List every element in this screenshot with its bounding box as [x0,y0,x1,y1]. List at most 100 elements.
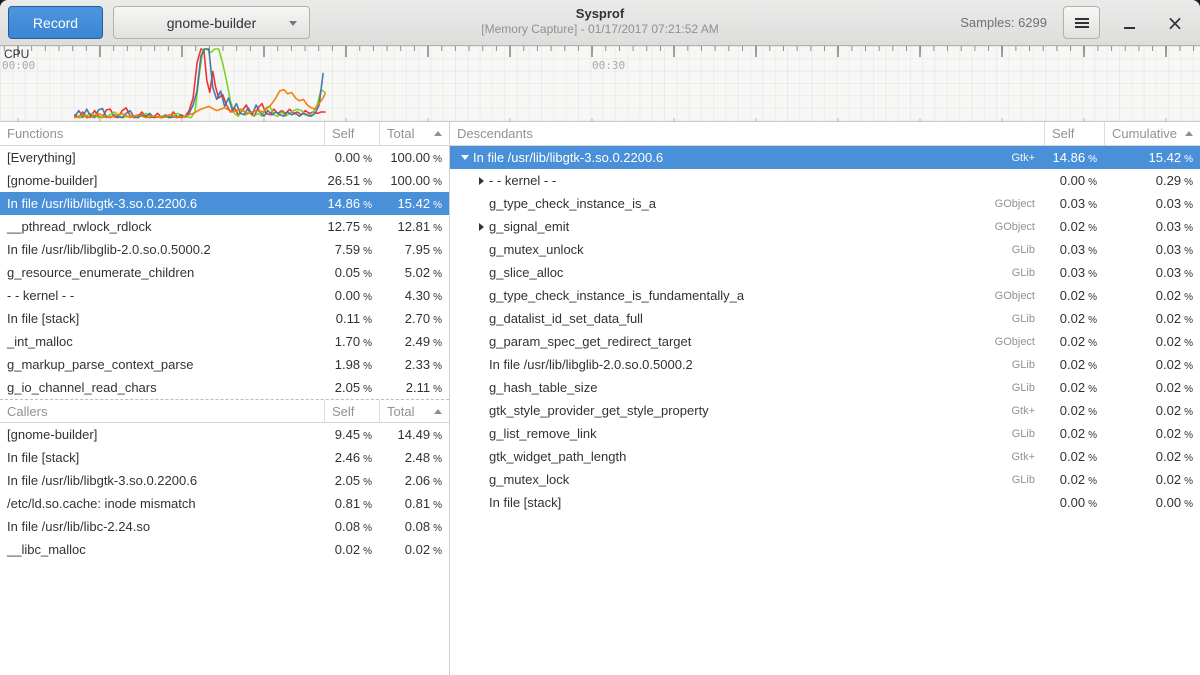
percent-sign: % [1088,154,1097,165]
close-button[interactable]: × [1158,6,1192,39]
table-row[interactable]: __pthread_rwlock_rdlock12.75%12.81% [0,215,449,238]
percent-sign: % [363,292,372,303]
table-row[interactable]: [gnome-builder]9.45%14.49% [0,423,449,446]
library-tag: GLib [1012,428,1044,440]
table-row[interactable]: g_mutex_unlockGLib0.03%0.03% [450,238,1200,261]
percent-value: 12.81 [398,219,431,234]
table-row[interactable]: In file [stack]0.11%2.70% [0,307,449,330]
table-row[interactable]: __libc_malloc0.02%0.02% [0,538,449,561]
expander-icon[interactable] [473,177,489,185]
table-row[interactable]: In file /usr/lib/libgtk-3.so.0.2200.6Gtk… [450,146,1200,169]
self-percent: 0.00% [1044,173,1104,188]
percent-sign: % [363,177,372,188]
triangle-down-icon [461,155,469,160]
table-row[interactable]: In file [stack]0.00%0.00% [450,491,1200,514]
functions-self-column-header[interactable]: Self [324,122,379,145]
expander-icon[interactable] [457,155,473,160]
total-percent: 15.42% [379,196,449,211]
table-row[interactable]: In file /usr/lib/libglib-2.0.so.0.5000.2… [0,238,449,261]
descendants-column-header[interactable]: Descendants [450,122,1044,145]
percent-sign: % [433,361,442,372]
self-percent: 0.81% [324,496,379,511]
total-percent: 2.33% [379,357,449,372]
record-button[interactable]: Record [8,6,103,39]
table-row[interactable]: g_datalist_id_set_data_fullGLib0.02%0.02… [450,307,1200,330]
chevron-down-icon [289,21,297,26]
table-row[interactable]: In file [stack]2.46%2.48% [0,446,449,469]
menu-button[interactable] [1063,6,1100,39]
percent-sign: % [1088,292,1097,303]
percent-value: 0.02 [335,542,360,557]
table-row[interactable]: - - kernel - -0.00%4.30% [0,284,449,307]
function-name: __libc_malloc [0,542,324,557]
table-row[interactable]: In file /usr/lib/libgtk-3.so.0.2200.62.0… [0,469,449,492]
table-row[interactable]: In file /usr/lib/libglib-2.0.so.0.5000.2… [450,353,1200,376]
percent-value: 5.02 [405,265,430,280]
library-tag: GObject [995,336,1044,348]
percent-value: 0.02 [1060,472,1085,487]
callers-self-column-header[interactable]: Self [324,400,379,422]
table-row[interactable]: _int_malloc1.70%2.49% [0,330,449,353]
table-row[interactable]: g_slice_allocGLib0.03%0.03% [450,261,1200,284]
table-row[interactable]: [Everything]0.00%100.00% [0,146,449,169]
capture-subtitle: [Memory Capture] - 01/17/2017 07:21:52 A… [481,22,718,37]
percent-sign: % [433,200,442,211]
cumulative-percent: 0.29% [1104,173,1200,188]
table-row[interactable]: g_hash_table_sizeGLib0.02%0.02% [450,376,1200,399]
self-percent: 0.02% [1044,288,1104,303]
table-row[interactable]: In file /usr/lib/libgtk-3.so.0.2200.614.… [0,192,449,215]
table-row[interactable]: [gnome-builder]26.51%100.00% [0,169,449,192]
minimize-button[interactable] [1112,6,1146,39]
total-percent: 2.06% [379,473,449,488]
percent-sign: % [1184,361,1193,372]
cumulative-percent: 0.02% [1104,380,1200,395]
percent-sign: % [1088,338,1097,349]
descendants-self-column-header[interactable]: Self [1044,122,1104,145]
table-row[interactable]: g_type_check_instance_is_fundamentally_a… [450,284,1200,307]
cumulative-percent: 0.03% [1104,219,1200,234]
expander-icon[interactable] [473,223,489,231]
functions-total-column-header[interactable]: Total [379,122,449,145]
function-name: In file /usr/lib/libc-2.24.so [0,519,324,534]
table-row[interactable]: g_type_check_instance_is_aGObject0.03%0.… [450,192,1200,215]
self-percent: 0.02% [324,542,379,557]
table-row[interactable]: /etc/ld.so.cache: inode mismatch0.81%0.8… [0,492,449,515]
percent-sign: % [363,477,372,488]
percent-value: 0.08 [335,519,360,534]
percent-value: 0.03 [1060,196,1085,211]
table-row[interactable]: g_markup_parse_context_parse1.98%2.33% [0,353,449,376]
functions-column-header[interactable]: Functions [0,122,324,145]
function-name: In file [stack] [489,495,561,510]
percent-value: 2.06 [405,473,430,488]
table-row[interactable]: In file /usr/lib/libc-2.24.so0.08%0.08% [0,515,449,538]
percent-sign: % [1184,499,1193,510]
percent-value: 0.00 [1060,173,1085,188]
table-row[interactable]: g_resource_enumerate_children0.05%5.02% [0,261,449,284]
percent-sign: % [363,500,372,511]
self-percent: 26.51% [324,173,379,188]
table-row[interactable]: g_signal_emitGObject0.02%0.03% [450,215,1200,238]
percent-value: 1.98 [335,357,360,372]
tree-cell: In file /usr/lib/libgtk-3.so.0.2200.6Gtk… [450,150,1044,165]
cumulative-percent: 0.02% [1104,311,1200,326]
function-name: gtk_style_provider_get_style_property [489,403,709,418]
total-percent: 0.08% [379,519,449,534]
table-row[interactable]: g_list_remove_linkGLib0.02%0.02% [450,422,1200,445]
table-row[interactable]: - - kernel - -0.00%0.29% [450,169,1200,192]
table-row[interactable]: g_io_channel_read_chars2.05%2.11% [0,376,449,399]
process-selector-dropdown[interactable]: gnome-builder [113,6,310,39]
self-percent: 1.98% [324,357,379,372]
percent-value: 14.49 [398,427,431,442]
table-row[interactable]: g_param_spec_get_redirect_targetGObject0… [450,330,1200,353]
cpu-graph[interactable]: CPU 00:00 00:30 [0,46,1200,122]
table-row[interactable]: g_mutex_lockGLib0.02%0.02% [450,468,1200,491]
table-row[interactable]: gtk_style_provider_get_style_propertyGtk… [450,399,1200,422]
library-tag: Gtk+ [1011,451,1044,463]
callers-column-header[interactable]: Callers [0,400,324,422]
table-row[interactable]: gtk_widget_path_lengthGtk+0.02%0.02% [450,445,1200,468]
percent-value: 2.33 [405,357,430,372]
percent-sign: % [1088,361,1097,372]
descendants-cumulative-column-header[interactable]: Cumulative [1104,122,1200,145]
function-name: g_hash_table_size [489,380,597,395]
callers-total-column-header[interactable]: Total [379,400,449,422]
